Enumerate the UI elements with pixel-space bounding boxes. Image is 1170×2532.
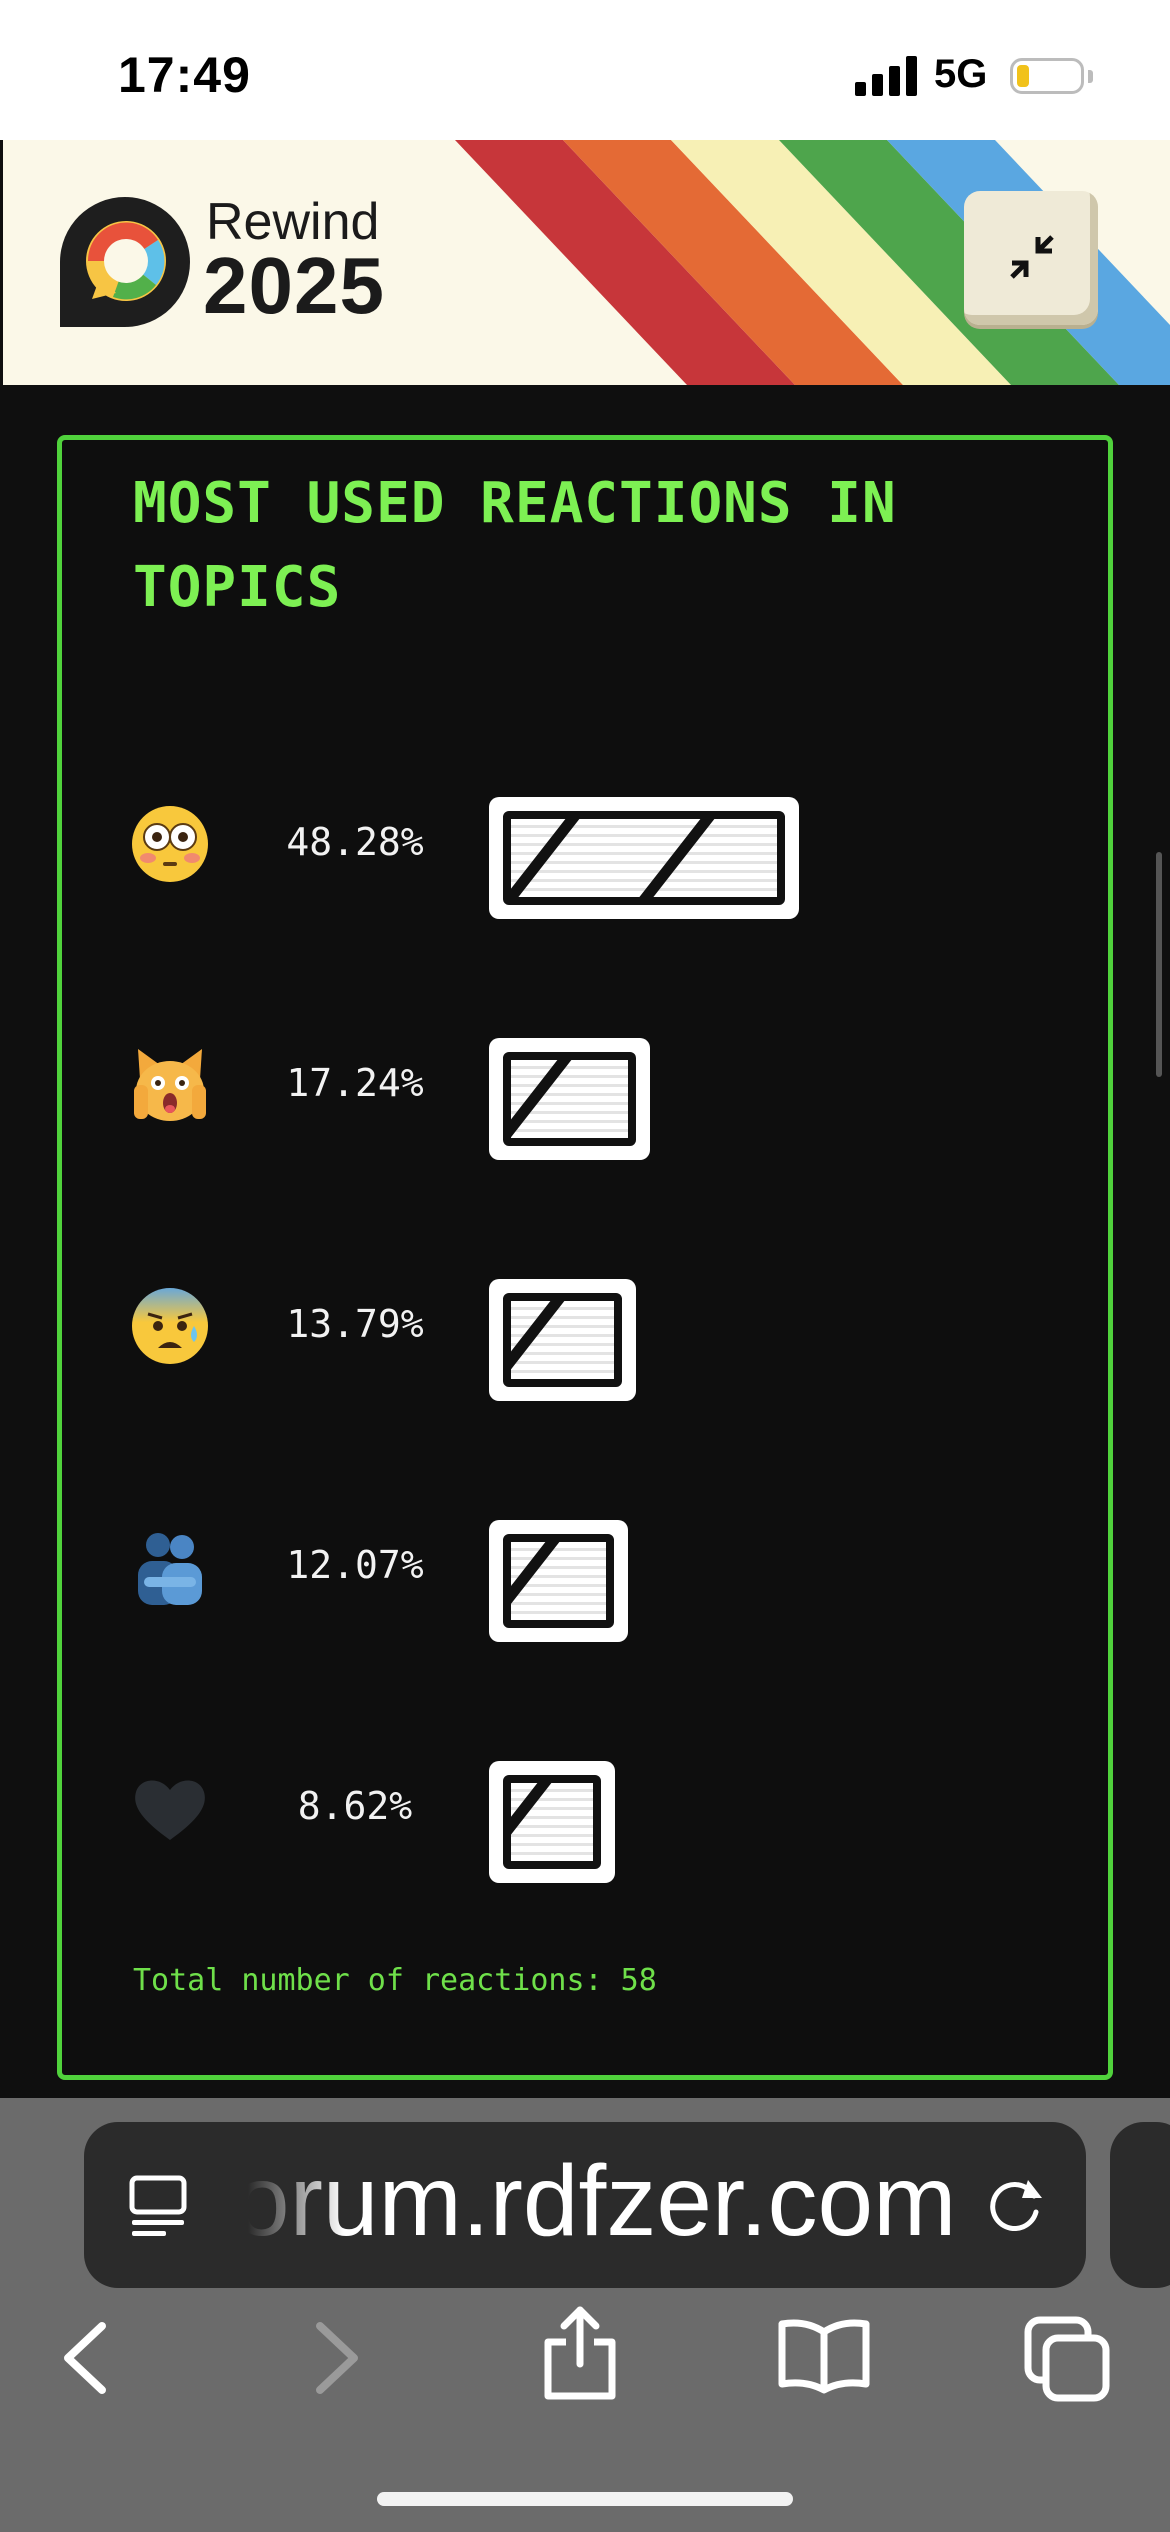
reaction-percent: 17.24%	[286, 1061, 424, 1105]
reaction-bar	[489, 797, 799, 919]
page-scrollbar[interactable]	[1156, 852, 1162, 1077]
weary-cat-face-icon	[134, 1049, 206, 1121]
reaction-row: 17.24%	[0, 1013, 1170, 1160]
reaction-row: 12.07%	[0, 1495, 1170, 1642]
card-title: MOST USED REACTIONS IN TOPICS	[133, 471, 897, 620]
year-label: 2025	[203, 241, 385, 330]
collapse-arrows-icon	[1010, 235, 1054, 279]
home-indicator[interactable]	[377, 2492, 793, 2506]
discourse-logo-icon	[60, 197, 190, 327]
black-heart-icon	[135, 1780, 205, 1840]
reaction-row: 48.28%	[0, 772, 1170, 919]
next-tab-address-bar[interactable]	[1110, 2122, 1170, 2288]
reaction-percent: 12.07%	[286, 1543, 424, 1587]
people-hugging-icon	[138, 1533, 202, 1605]
cellular-signal-icon	[855, 56, 917, 96]
reaction-row: 13.79%	[0, 1254, 1170, 1401]
battery-icon	[1010, 58, 1084, 94]
battery-tip	[1088, 70, 1093, 83]
reaction-bar	[489, 1279, 636, 1401]
share-icon[interactable]	[540, 2302, 620, 2402]
reaction-percent: 8.62%	[297, 1784, 413, 1828]
tabs-icon[interactable]	[1022, 2314, 1112, 2404]
status-time: 17:49	[118, 47, 251, 103]
forward-icon[interactable]	[312, 2320, 362, 2396]
network-type: 5G	[934, 52, 988, 96]
reload-icon[interactable]	[986, 2174, 1048, 2236]
reaction-percent: 13.79%	[286, 1302, 424, 1346]
reaction-bar	[489, 1520, 628, 1642]
bookmarks-icon[interactable]	[776, 2318, 872, 2394]
anxious-face-icon	[132, 1288, 208, 1364]
rewind-header: Rewind 2025	[3, 140, 1170, 385]
total-reactions: Total number of reactions: 58	[133, 1963, 657, 1998]
reaction-row: 8.62%	[0, 1736, 1170, 1883]
reaction-percent: 48.28%	[286, 820, 424, 864]
reaction-bar	[489, 1761, 615, 1883]
address-bar[interactable]: orum.rdfzer.com	[84, 2122, 1086, 2288]
flushed-face-icon	[132, 806, 208, 882]
back-icon[interactable]	[60, 2320, 110, 2396]
minimize-button[interactable]	[958, 185, 1108, 335]
reaction-bar	[489, 1038, 650, 1160]
page-settings-icon[interactable]	[128, 2174, 188, 2238]
url-fade-mask	[224, 2122, 344, 2288]
